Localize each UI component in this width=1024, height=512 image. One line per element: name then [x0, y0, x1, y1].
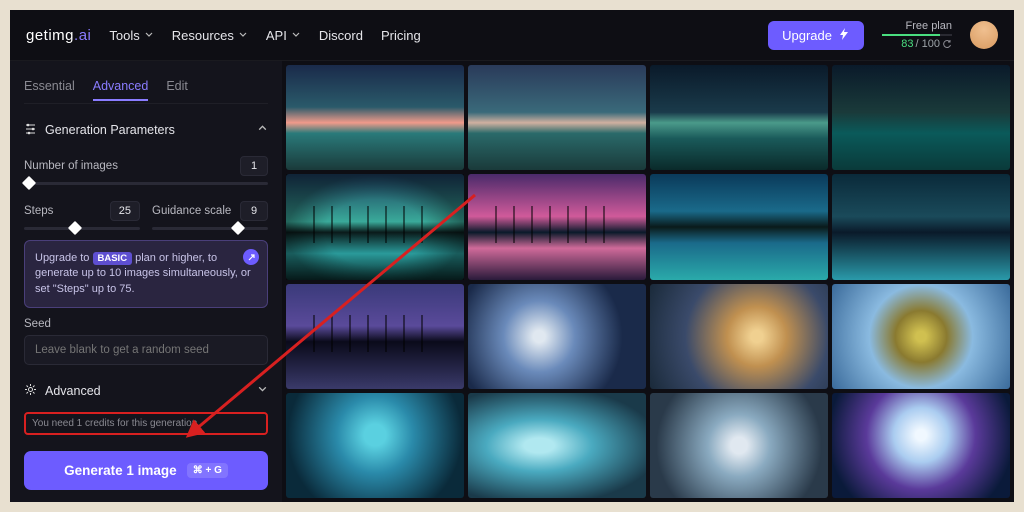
upsell-prefix: Upgrade to [35, 252, 89, 264]
credits-used: 83 [901, 38, 913, 50]
gallery-item[interactable] [286, 284, 464, 389]
gallery-item[interactable] [832, 65, 1010, 170]
gallery [282, 61, 1014, 502]
credits-bar [882, 34, 952, 36]
chevron-down-icon [257, 384, 268, 398]
num-images-slider[interactable] [24, 182, 268, 185]
plan-label: Free plan [906, 20, 952, 32]
gallery-item[interactable] [286, 174, 464, 279]
external-link-icon [243, 249, 259, 265]
guidance-slider[interactable] [152, 227, 268, 230]
gallery-item[interactable] [468, 65, 646, 170]
chevron-down-icon [144, 30, 154, 40]
generate-button[interactable]: Generate 1 image ⌘ + G [24, 451, 268, 490]
gallery-item[interactable] [650, 65, 828, 170]
upgrade-label: Upgrade [782, 28, 832, 43]
sliders-icon [24, 122, 37, 138]
chevron-down-icon [291, 30, 301, 40]
gallery-item[interactable] [650, 174, 828, 279]
tab-edit[interactable]: Edit [166, 73, 188, 101]
chevron-up-icon [257, 123, 268, 137]
num-images-label: Number of images [24, 160, 118, 172]
sidebar: Essential Advanced Edit Generation Param… [10, 61, 282, 502]
refresh-icon [942, 39, 952, 49]
nav: Tools Resources API Discord Pricing [109, 28, 420, 43]
seed-label: Seed [24, 318, 268, 330]
gallery-item[interactable] [650, 393, 828, 498]
gallery-item[interactable] [286, 393, 464, 498]
nav-resources[interactable]: Resources [172, 28, 248, 43]
gallery-item[interactable] [650, 284, 828, 389]
nav-label: Resources [172, 28, 234, 43]
upgrade-button[interactable]: Upgrade [768, 21, 864, 50]
tab-essential[interactable]: Essential [24, 73, 75, 101]
gallery-item[interactable] [286, 65, 464, 170]
credits-meter[interactable]: Free plan 83 / 100 [882, 20, 952, 50]
topbar: getimg.ai Tools Resources API Discord Pr… [10, 10, 1014, 61]
steps-value[interactable]: 25 [110, 201, 140, 221]
nav-discord[interactable]: Discord [319, 28, 363, 43]
credits-count: 83 / 100 [901, 38, 952, 50]
logo-text: getimg [26, 27, 74, 44]
logo-suffix: ai [79, 27, 92, 44]
chevron-down-icon [238, 30, 248, 40]
bolt-icon [838, 28, 850, 43]
generate-label: Generate 1 image [64, 463, 177, 478]
tabs: Essential Advanced Edit [24, 73, 268, 104]
guidance-value[interactable]: 9 [240, 201, 268, 221]
credits-note: You need 1 credits for this generation. [24, 412, 268, 435]
seed-input[interactable] [24, 335, 268, 365]
nav-api[interactable]: API [266, 28, 301, 43]
generation-parameters-header[interactable]: Generation Parameters [24, 114, 268, 140]
nav-tools[interactable]: Tools [109, 28, 153, 43]
advanced-section-header[interactable]: Advanced [24, 375, 268, 401]
section-label: Advanced [45, 384, 101, 398]
credits-total: / 100 [916, 38, 940, 50]
avatar[interactable] [970, 21, 998, 49]
nav-label: API [266, 28, 287, 43]
gallery-item[interactable] [832, 284, 1010, 389]
shortcut-label: ⌘ + G [187, 463, 228, 478]
nav-label: Discord [319, 28, 363, 43]
tab-advanced[interactable]: Advanced [93, 73, 149, 101]
nav-label: Tools [109, 28, 139, 43]
guidance-label: Guidance scale [152, 205, 231, 217]
nav-pricing[interactable]: Pricing [381, 28, 421, 43]
nav-label: Pricing [381, 28, 421, 43]
num-images-value[interactable]: 1 [240, 156, 268, 176]
upsell-badge: BASIC [93, 252, 133, 265]
section-label: Generation Parameters [45, 123, 175, 137]
gallery-item[interactable] [832, 393, 1010, 498]
upsell-banner[interactable]: Upgrade to BASIC plan or higher, to gene… [24, 240, 268, 308]
gallery-item[interactable] [468, 174, 646, 279]
steps-label: Steps [24, 205, 53, 217]
logo[interactable]: getimg.ai [26, 27, 91, 44]
gallery-item[interactable] [832, 174, 1010, 279]
steps-slider[interactable] [24, 227, 140, 230]
gear-icon [24, 383, 37, 399]
gallery-item[interactable] [468, 393, 646, 498]
gallery-item[interactable] [468, 284, 646, 389]
